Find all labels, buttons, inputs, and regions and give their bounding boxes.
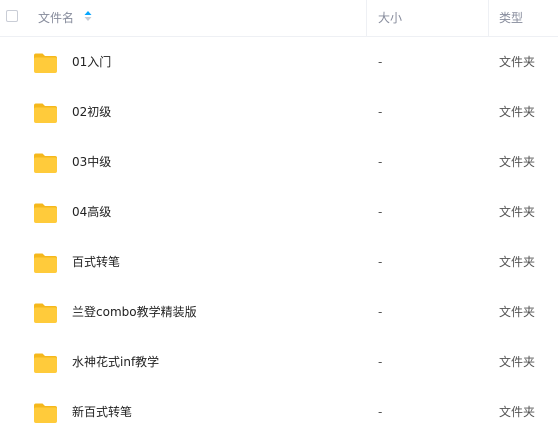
file-row[interactable]: 百式转笔 - 文件夹 — [0, 238, 558, 288]
file-name[interactable]: 04高级 — [72, 205, 111, 219]
file-row[interactable]: 04高级 - 文件夹 — [0, 188, 558, 238]
select-all-checkbox[interactable] — [6, 10, 18, 22]
file-type: 文件夹 — [499, 255, 536, 269]
column-divider[interactable] — [488, 0, 489, 36]
file-size: - — [378, 305, 383, 319]
folder-body — [34, 357, 57, 373]
file-size: - — [378, 55, 383, 69]
file-size: - — [378, 205, 383, 219]
file-size: - — [378, 255, 383, 269]
file-name[interactable]: 兰登combo教学精装版 — [72, 305, 197, 319]
file-row[interactable]: 02初级 - 文件夹 — [0, 88, 558, 138]
file-size: - — [378, 105, 383, 119]
folder-body — [34, 57, 57, 73]
file-name[interactable]: 02初级 — [72, 105, 111, 119]
file-size: - — [378, 155, 383, 169]
file-name[interactable]: 新百式转笔 — [72, 405, 132, 419]
file-type: 文件夹 — [499, 405, 536, 419]
column-header-name[interactable]: 文件名 — [38, 11, 74, 25]
folder-icon — [34, 103, 57, 123]
file-type: 文件夹 — [499, 205, 536, 219]
folder-body — [34, 107, 57, 123]
file-row[interactable]: 新百式转笔 - 文件夹 — [0, 388, 558, 435]
column-header-size[interactable]: 大小 — [378, 11, 402, 25]
column-divider[interactable] — [366, 0, 367, 36]
file-name[interactable]: 01入门 — [72, 55, 111, 69]
folder-body — [34, 157, 57, 173]
folder-icon — [34, 303, 57, 323]
file-row[interactable]: 兰登combo教学精装版 - 文件夹 — [0, 288, 558, 338]
folder-icon — [34, 153, 57, 173]
column-header-type[interactable]: 类型 — [499, 11, 523, 25]
file-size: - — [378, 405, 383, 419]
file-type: 文件夹 — [499, 105, 536, 119]
folder-icon — [34, 203, 57, 223]
folder-body — [34, 257, 57, 273]
file-name[interactable]: 百式转笔 — [72, 255, 120, 269]
file-row[interactable]: 01入门 - 文件夹 — [0, 38, 558, 88]
sort-arrows-icon[interactable] — [83, 10, 93, 22]
list-header: 文件名 大小 类型 — [0, 0, 558, 37]
file-name[interactable]: 03中级 — [72, 155, 111, 169]
file-type: 文件夹 — [499, 155, 536, 169]
folder-icon — [34, 53, 57, 73]
file-name[interactable]: 水神花式inf教学 — [72, 355, 159, 369]
file-type: 文件夹 — [499, 55, 536, 69]
folder-body — [34, 207, 57, 223]
folder-icon — [34, 403, 57, 423]
folder-icon — [34, 253, 57, 273]
file-row[interactable]: 水神花式inf教学 - 文件夹 — [0, 338, 558, 388]
file-list: 文件名 大小 类型 01入门 - 文件夹 02初级 - 文件夹 03中级 - 文件夹 04高级 - 文… — [0, 0, 558, 435]
file-type: 文件夹 — [499, 305, 536, 319]
file-type: 文件夹 — [499, 355, 536, 369]
folder-icon — [34, 353, 57, 373]
file-size: - — [378, 355, 383, 369]
file-row[interactable]: 03中级 - 文件夹 — [0, 138, 558, 188]
folder-body — [34, 407, 57, 423]
folder-body — [34, 307, 57, 323]
